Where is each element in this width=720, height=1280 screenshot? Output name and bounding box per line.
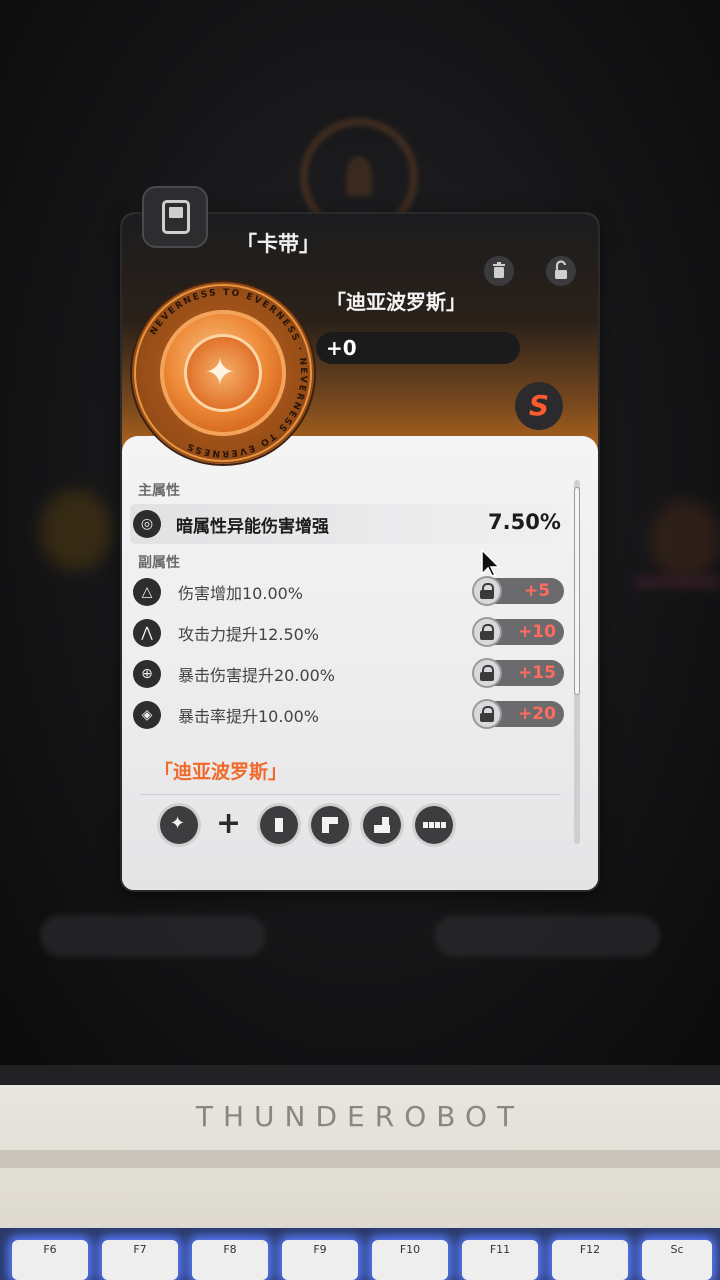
sparkle-icon: ✦ [204, 350, 236, 394]
laptop-hinge [0, 1150, 720, 1168]
background-blur-left [40, 490, 112, 570]
unlock-icon [555, 260, 567, 279]
background-blur-right [650, 500, 720, 580]
background-button-right [434, 915, 660, 957]
sub-stat-upgrade-chip[interactable]: +10 [474, 619, 564, 645]
sub-stat-name: 暴击伤害提升20.00% [178, 666, 336, 685]
rarity-s-icon: S [515, 382, 563, 430]
cartridge-tab-icon[interactable] [142, 186, 208, 248]
key-f6[interactable]: F6 [12, 1240, 88, 1280]
key-f7[interactable]: F7 [102, 1240, 178, 1280]
background-blur-right-bar [635, 575, 720, 589]
crit-rate-icon: ◈ [133, 701, 161, 729]
lock-icon [474, 619, 500, 645]
lock-icon [474, 660, 500, 686]
key-f12[interactable]: F12 [552, 1240, 628, 1280]
laptop-brand-text: THUNDEROBOT [195, 1100, 525, 1133]
damage-triangle-icon: △ [133, 578, 161, 606]
plus-symbol: + [216, 806, 242, 841]
set-name: 「迪亚波罗斯」 [154, 761, 288, 783]
sub-stat-upgrade-chip[interactable]: +15 [474, 660, 564, 686]
sub-stat-upgrade-chip[interactable]: +5 [474, 578, 564, 604]
lock-icon [474, 578, 500, 604]
sub-stat-bonus: +10 [518, 622, 556, 642]
trash-icon [493, 262, 505, 278]
sub-stat-label: 副属性 [138, 555, 180, 571]
main-stat-label: 主属性 [138, 483, 180, 499]
key-f9[interactable]: F9 [282, 1240, 358, 1280]
background-button-left [40, 915, 266, 957]
sub-stat-name: 伤害增加10.00% [178, 584, 304, 603]
key-scroll[interactable]: Sc [642, 1240, 712, 1280]
key-f11[interactable]: F11 [462, 1240, 538, 1280]
crit-damage-icon: ⊕ [133, 660, 161, 688]
set-piece-4-button[interactable] [415, 806, 453, 844]
main-stat-name: 暗属性异能伤害增强 [176, 517, 329, 537]
mouse-cursor-icon [481, 548, 501, 577]
set-piece-2-button[interactable] [311, 806, 349, 844]
sub-stat-bonus: +5 [523, 581, 551, 601]
set-piece-3-button[interactable] [363, 806, 401, 844]
divider [140, 794, 560, 795]
sub-stat-row: △ 伤害增加10.00% +5 [130, 576, 570, 608]
sub-stat-row: ⊕ 暴击伤害提升20.00% +15 [130, 658, 570, 690]
slot-title: 「卡带」 [236, 232, 320, 256]
level-bar: +0 [316, 332, 520, 364]
main-stat-value: 7.50% [488, 510, 561, 534]
set-emblem-button[interactable]: ✦ [160, 806, 198, 844]
sub-stat-upgrade-chip[interactable]: +20 [474, 701, 564, 727]
sub-stat-row: ⋀ 攻击力提升12.50% +10 [130, 617, 570, 649]
sub-stat-bonus: +15 [518, 663, 556, 683]
sub-stat-row: ◈ 暴击率提升10.00% +20 [130, 699, 570, 731]
sub-stat-name: 攻击力提升12.50% [178, 625, 320, 644]
sub-stat-bonus: +20 [518, 704, 556, 724]
lock-icon [474, 701, 500, 727]
set-piece-1-button[interactable] [260, 806, 298, 844]
key-f8[interactable]: F8 [192, 1240, 268, 1280]
delete-button[interactable] [484, 256, 514, 286]
sub-stat-name: 暴击率提升10.00% [178, 707, 320, 726]
attack-icon: ⋀ [133, 619, 161, 647]
cartridge-disc-image: NEVERNESS TO EVERNESS · NEVERNESS TO EVE… [132, 282, 314, 464]
item-name: 「迪亚波罗斯」 [326, 290, 466, 314]
key-f10[interactable]: F10 [372, 1240, 448, 1280]
laptop-screen-edge [0, 1065, 720, 1087]
set-emblem-icon: ✦ [170, 813, 186, 834]
scrollbar-thumb[interactable] [575, 488, 579, 694]
lock-toggle-button[interactable] [546, 256, 576, 286]
item-level: +0 [326, 336, 357, 360]
dark-element-icon: ◎ [133, 510, 161, 538]
